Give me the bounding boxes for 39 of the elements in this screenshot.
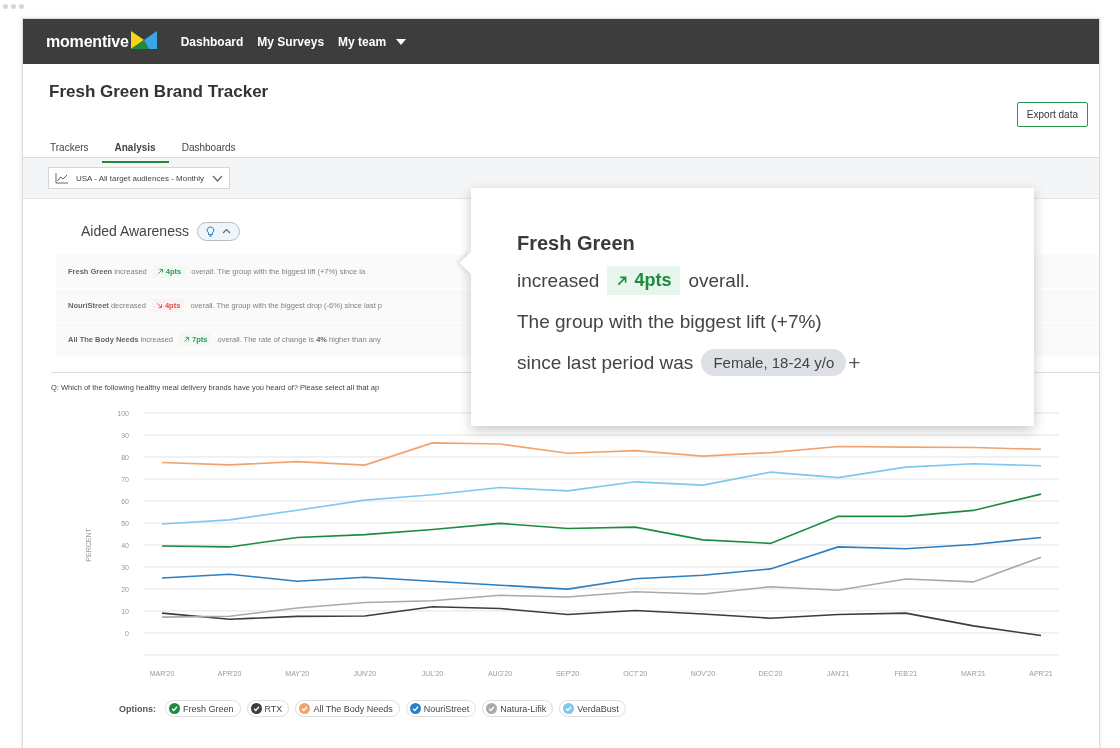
segment-tag: Female, 18-24 y/o <box>701 349 847 376</box>
insights-toggle-button[interactable] <box>196 221 240 241</box>
option-label: Fresh Green <box>183 703 234 714</box>
dropdown-label: USA - All target audiences - Monthly <box>76 173 205 183</box>
section-title: Aided Awareness <box>81 223 189 239</box>
legend-label: Options: <box>119 703 156 714</box>
add-button[interactable]: + <box>848 350 861 375</box>
lightbulb-icon <box>205 225 215 237</box>
check-circle-icon[interactable] <box>250 703 262 714</box>
nav-link[interactable]: My team <box>338 34 387 49</box>
option-label: NouriStreet <box>423 703 470 714</box>
option-label: All The Body Needs <box>313 703 393 714</box>
line-chart-icon <box>55 172 68 184</box>
option-label: Natura-Lifik <box>500 703 547 714</box>
tab[interactable]: Trackers <box>37 142 102 163</box>
option-label: RTX <box>264 703 283 714</box>
page-title: Fresh Green Brand Tracker <box>49 82 269 102</box>
logo[interactable]: momentive <box>46 32 129 51</box>
check-circle-icon[interactable] <box>409 703 421 714</box>
nav-link[interactable]: My Surveys <box>257 34 325 49</box>
chevron-down-icon <box>212 174 224 182</box>
audience-dropdown[interactable]: USA - All target audiences - Monthly <box>48 167 231 189</box>
export-data-button[interactable]: Export data <box>1016 102 1088 127</box>
nav-link[interactable]: Dashboard <box>180 34 244 49</box>
popover-text: increased <box>517 269 600 292</box>
change-badge: 4pts <box>607 266 681 295</box>
check-circle-icon[interactable] <box>169 703 180 714</box>
caret-icon[interactable] <box>396 38 407 45</box>
caret-up-icon <box>221 228 231 234</box>
popover-title: Fresh Green <box>517 232 636 256</box>
check-circle-icon[interactable] <box>486 703 498 714</box>
popover-text: overall. <box>688 269 750 292</box>
check-circle-icon[interactable] <box>563 703 575 714</box>
popover-text: The group with the biggest lift (+7%) <box>517 310 822 333</box>
tab[interactable]: Dashboards <box>168 142 249 163</box>
option-label: VerdaBust <box>577 703 619 714</box>
popover-text: since last period was <box>517 351 694 374</box>
check-circle-icon[interactable] <box>299 703 311 714</box>
logo-mark-icon <box>130 30 157 49</box>
